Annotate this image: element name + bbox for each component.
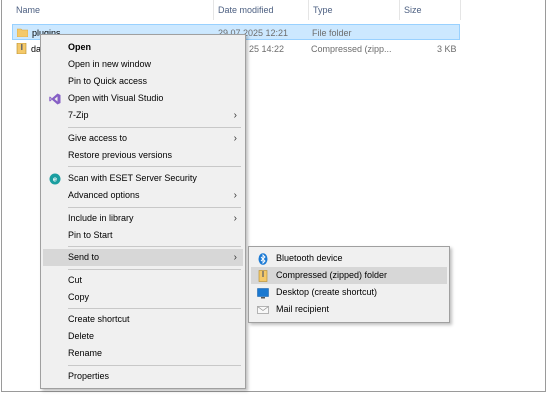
column-header-date-modified[interactable]: Date modified: [214, 3, 274, 17]
menu-item-include-library[interactable]: Include in library ›: [43, 210, 243, 227]
menu-item-compressed-folder[interactable]: Compressed (zipped) folder: [251, 267, 447, 284]
file-size: 3 KB: [437, 44, 457, 54]
menu-separator: [68, 269, 241, 270]
chevron-right-icon: ›: [233, 110, 237, 121]
context-menu: Open Open in new window Pin to Quick acc…: [40, 34, 246, 389]
menu-item-give-access[interactable]: Give access to ›: [43, 130, 243, 147]
visual-studio-icon: [49, 93, 61, 105]
column-divider[interactable]: [460, 0, 461, 20]
menu-item-properties[interactable]: Properties: [43, 368, 243, 385]
menu-item-label: Send to: [68, 252, 100, 262]
chevron-right-icon: ›: [233, 133, 237, 144]
menu-item-advanced-options[interactable]: Advanced options ›: [43, 187, 243, 204]
menu-separator: [68, 246, 241, 247]
menu-item-label: Include in library: [68, 213, 134, 223]
chevron-right-icon: ›: [233, 190, 237, 201]
menu-item-open-new-window[interactable]: Open in new window: [43, 56, 243, 73]
zip-folder-icon: [258, 270, 268, 282]
menu-item-create-shortcut[interactable]: Create shortcut: [43, 311, 243, 328]
menu-separator: [68, 365, 241, 366]
file-type: Compressed (zipp...: [311, 44, 392, 54]
menu-item-label: Open with Visual Studio: [68, 93, 164, 103]
menu-item-pin-quick-access[interactable]: Pin to Quick access: [43, 73, 243, 90]
folder-icon: [17, 28, 28, 37]
menu-item-scan-eset[interactable]: e Scan with ESET Server Security: [43, 170, 243, 187]
bluetooth-icon: [258, 253, 268, 265]
menu-item-label: Bluetooth device: [276, 253, 343, 263]
chevron-right-icon: ›: [233, 252, 237, 263]
menu-item-label: Give access to: [68, 133, 128, 143]
menu-item-cut[interactable]: Cut: [43, 272, 243, 289]
menu-item-7zip[interactable]: 7-Zip ›: [43, 107, 243, 124]
chevron-right-icon: ›: [233, 213, 237, 224]
menu-item-label: Scan with ESET Server Security: [68, 173, 197, 183]
menu-item-copy[interactable]: Copy: [43, 289, 243, 306]
mail-icon: [257, 306, 269, 314]
column-header-name[interactable]: Name: [12, 3, 40, 17]
menu-item-label: Advanced options: [68, 190, 140, 200]
menu-item-send-to[interactable]: Send to ›: [43, 249, 243, 266]
menu-item-pin-start[interactable]: Pin to Start: [43, 227, 243, 244]
column-header-type[interactable]: Type: [309, 3, 333, 17]
desktop-icon: [257, 288, 269, 299]
menu-item-restore-versions[interactable]: Restore previous versions: [43, 147, 243, 164]
menu-item-mail-recipient[interactable]: Mail recipient: [251, 301, 447, 318]
svg-text:e: e: [53, 175, 57, 184]
menu-separator: [68, 308, 241, 309]
menu-separator: [68, 207, 241, 208]
menu-item-rename[interactable]: Rename: [43, 345, 243, 362]
menu-separator: [68, 127, 241, 128]
menu-item-label: Desktop (create shortcut): [276, 287, 378, 297]
eset-icon: e: [49, 173, 61, 185]
menu-item-label: 7-Zip: [68, 110, 89, 120]
menu-item-desktop-shortcut[interactable]: Desktop (create shortcut): [251, 284, 447, 301]
file-date: 25 14:22: [249, 44, 285, 54]
menu-item-delete[interactable]: Delete: [43, 328, 243, 345]
send-to-submenu: Bluetooth device Compressed (zipped) fol…: [248, 246, 450, 323]
menu-item-label: Compressed (zipped) folder: [276, 270, 388, 280]
column-header-size[interactable]: Size: [400, 3, 422, 17]
file-type: File folder: [312, 28, 352, 38]
menu-item-open-visual-studio[interactable]: Open with Visual Studio: [43, 90, 243, 107]
menu-item-label: Mail recipient: [276, 304, 330, 314]
zip-file-icon: [16, 43, 27, 54]
menu-item-bluetooth[interactable]: Bluetooth device: [251, 250, 447, 267]
menu-item-open[interactable]: Open: [43, 39, 243, 56]
menu-separator: [68, 166, 241, 167]
